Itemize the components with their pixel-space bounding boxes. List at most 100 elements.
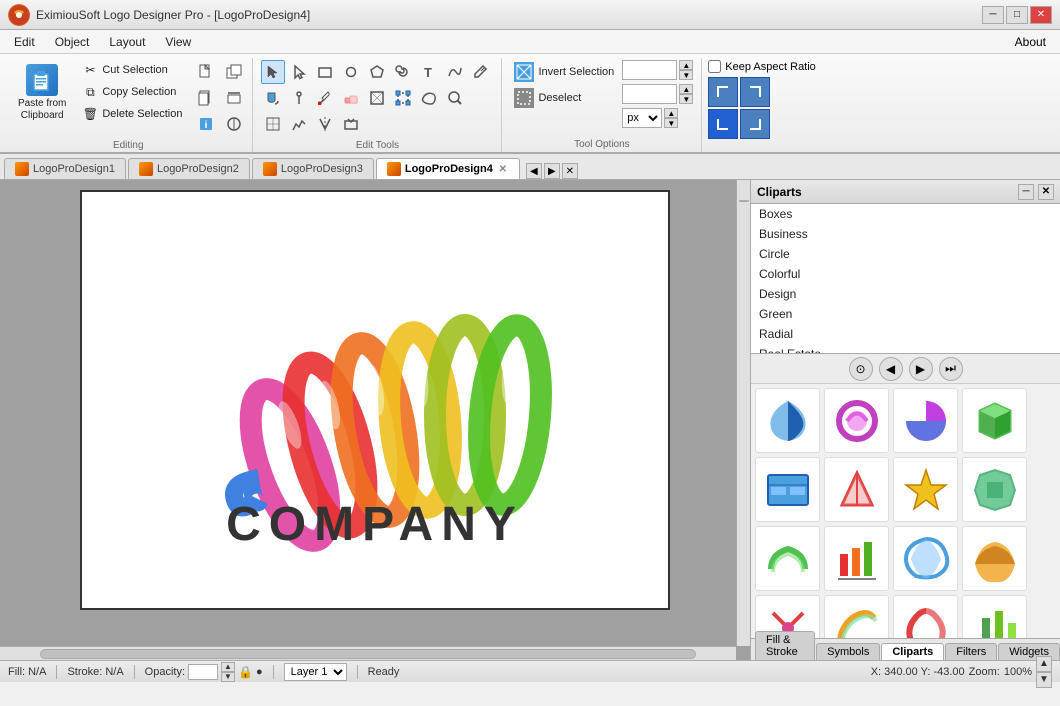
panel-close-btn[interactable]: ✕ bbox=[1038, 184, 1054, 200]
tab-logoprodesign1[interactable]: LogoProDesign1 bbox=[4, 158, 126, 179]
tab-next-btn[interactable]: ▶ bbox=[544, 163, 560, 179]
invert-selection-button[interactable]: Invert Selection bbox=[510, 60, 618, 84]
clipart-item[interactable] bbox=[824, 457, 889, 522]
list-item[interactable]: Real Estate bbox=[751, 344, 1060, 354]
clipart-item[interactable] bbox=[893, 526, 958, 591]
menu-layout[interactable]: Layout bbox=[99, 33, 155, 51]
doc-icon-btn-1[interactable] bbox=[194, 60, 218, 84]
tab-logoprodesign2[interactable]: LogoProDesign2 bbox=[128, 158, 250, 179]
doc-icon-btn-2[interactable] bbox=[194, 86, 218, 110]
tab-close-btn[interactable]: ✕ bbox=[497, 163, 509, 175]
list-item[interactable]: Design bbox=[751, 284, 1060, 304]
canvas-scrollbar-v[interactable] bbox=[736, 180, 750, 646]
about-button[interactable]: About bbox=[1005, 33, 1056, 51]
polygon-tool-btn[interactable] bbox=[365, 60, 389, 84]
zoom-in-btn[interactable]: ▲ bbox=[1036, 656, 1052, 672]
keep-aspect-ratio-check[interactable]: Keep Aspect Ratio bbox=[708, 60, 816, 73]
clipart-item[interactable] bbox=[755, 457, 820, 522]
canvas-scrollbar-h[interactable] bbox=[0, 646, 736, 660]
list-item[interactable]: Business bbox=[751, 224, 1060, 244]
layer-select[interactable]: Layer 1 bbox=[284, 663, 347, 681]
clipart-item[interactable] bbox=[755, 526, 820, 591]
opacity-input[interactable] bbox=[188, 664, 218, 680]
cut-selection-button[interactable]: ✂ Cut Selection bbox=[78, 60, 186, 80]
pointer-tool-btn[interactable] bbox=[287, 60, 311, 84]
select-tool-btn[interactable] bbox=[261, 60, 285, 84]
list-item[interactable]: Radial bbox=[751, 324, 1060, 344]
freehand-btn[interactable] bbox=[261, 112, 285, 136]
paste-from-clipboard-button[interactable]: Paste fromClipboard bbox=[10, 60, 74, 126]
clipart-item[interactable] bbox=[893, 457, 958, 522]
mirror-tool-btn[interactable] bbox=[313, 112, 337, 136]
width-decrement-btn[interactable]: ▼ bbox=[679, 70, 693, 80]
list-item[interactable]: Colorful bbox=[751, 264, 1060, 284]
tab-fill-stroke[interactable]: Fill & Stroke bbox=[755, 631, 815, 660]
top-left-corner-btn[interactable] bbox=[708, 77, 738, 107]
curve-tool-btn[interactable] bbox=[443, 60, 467, 84]
height-increment-btn[interactable]: ▲ bbox=[679, 84, 693, 94]
bottom-left-corner-btn[interactable] bbox=[708, 109, 738, 139]
list-item[interactable]: Circle bbox=[751, 244, 1060, 264]
fill-tool-btn[interactable] bbox=[261, 86, 285, 110]
node-tool-btn[interactable] bbox=[287, 112, 311, 136]
clipart-item[interactable] bbox=[824, 388, 889, 453]
paint-tool-btn[interactable] bbox=[469, 60, 493, 84]
shape-tool-btn[interactable] bbox=[365, 86, 389, 110]
tab-logoprodesign4[interactable]: LogoProDesign4 ✕ bbox=[376, 158, 520, 179]
top-right-corner-btn[interactable] bbox=[740, 77, 770, 107]
text-tool-btn[interactable]: T bbox=[417, 60, 441, 84]
zoom-out-btn[interactable]: ▼ bbox=[1036, 672, 1052, 688]
clipart-item[interactable] bbox=[962, 457, 1027, 522]
delete-selection-button[interactable]: 🗑 Delete Selection bbox=[78, 104, 186, 124]
flip-tool-btn[interactable] bbox=[339, 112, 363, 136]
unit-decrement-btn[interactable]: ▼ bbox=[664, 118, 678, 128]
clipart-item[interactable] bbox=[962, 388, 1027, 453]
ellipse-tool-btn[interactable] bbox=[339, 60, 363, 84]
width-input[interactable] bbox=[622, 60, 677, 80]
height-input[interactable] bbox=[622, 84, 677, 104]
warp-tool-btn[interactable] bbox=[417, 86, 441, 110]
clipart-item[interactable] bbox=[824, 526, 889, 591]
doc-icon-btn-3[interactable]: i bbox=[194, 112, 218, 136]
cliparts-grid[interactable] bbox=[751, 384, 1060, 638]
clipart-item[interactable] bbox=[755, 388, 820, 453]
unit-select[interactable]: px mm cm in bbox=[622, 108, 662, 128]
unit-increment-btn[interactable]: ▲ bbox=[664, 108, 678, 118]
opacity-up-btn[interactable]: ▲ bbox=[221, 662, 235, 672]
arrange-btn-2[interactable] bbox=[222, 86, 246, 110]
minimize-button[interactable]: ─ bbox=[982, 6, 1004, 24]
arrange-btn-3[interactable] bbox=[222, 112, 246, 136]
tab-close-all-btn[interactable]: ✕ bbox=[562, 163, 578, 179]
nav-next-btn[interactable]: ▶ bbox=[909, 357, 933, 381]
menu-edit[interactable]: Edit bbox=[4, 33, 45, 51]
pen-tool-btn[interactable] bbox=[287, 86, 311, 110]
tab-logoprodesign3[interactable]: LogoProDesign3 bbox=[252, 158, 374, 179]
list-item[interactable]: Green bbox=[751, 304, 1060, 324]
aspect-ratio-checkbox[interactable] bbox=[708, 60, 721, 73]
dropper-tool-btn[interactable] bbox=[313, 86, 337, 110]
nav-last-btn[interactable]: ⏭ bbox=[939, 357, 963, 381]
clipart-item[interactable] bbox=[962, 595, 1027, 638]
nav-home-btn[interactable]: ⊙ bbox=[849, 357, 873, 381]
close-button[interactable]: ✕ bbox=[1030, 6, 1052, 24]
categories-list[interactable]: Boxes Business Circle Colorful Design Gr… bbox=[751, 204, 1060, 354]
maximize-button[interactable]: □ bbox=[1006, 6, 1028, 24]
eraser-tool-btn[interactable] bbox=[339, 86, 363, 110]
panel-collapse-btn[interactable]: ─ bbox=[1018, 184, 1034, 200]
bottom-right-corner-btn[interactable] bbox=[740, 109, 770, 139]
menu-object[interactable]: Object bbox=[45, 33, 100, 51]
spiral-tool-btn[interactable] bbox=[391, 60, 415, 84]
opacity-down-btn[interactable]: ▼ bbox=[221, 672, 235, 682]
arrange-btn-1[interactable] bbox=[222, 60, 246, 84]
list-item[interactable]: Boxes bbox=[751, 204, 1060, 224]
height-decrement-btn[interactable]: ▼ bbox=[679, 94, 693, 104]
zoom-tool-btn[interactable] bbox=[443, 86, 467, 110]
clipart-item[interactable] bbox=[962, 526, 1027, 591]
width-increment-btn[interactable]: ▲ bbox=[679, 60, 693, 70]
tab-prev-btn[interactable]: ◀ bbox=[526, 163, 542, 179]
nav-prev-btn[interactable]: ◀ bbox=[879, 357, 903, 381]
clipart-item[interactable] bbox=[824, 595, 889, 638]
menu-view[interactable]: View bbox=[155, 33, 201, 51]
transform-tool-btn[interactable] bbox=[391, 86, 415, 110]
copy-selection-button[interactable]: ⧉ Copy Selection bbox=[78, 82, 186, 102]
